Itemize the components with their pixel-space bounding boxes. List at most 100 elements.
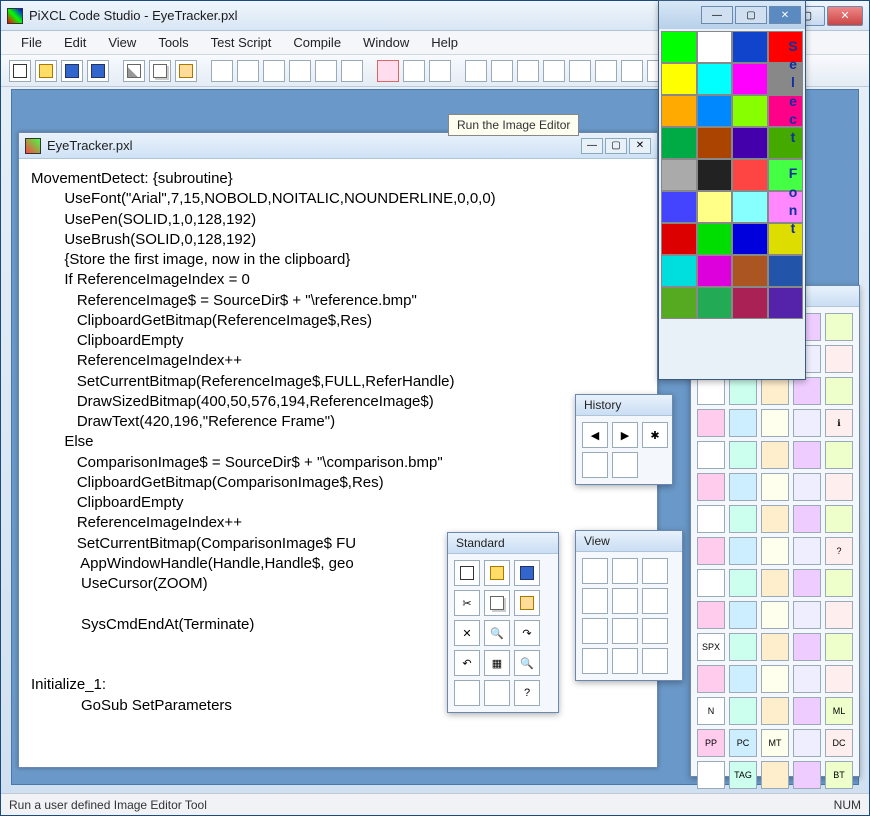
pixcl-tool-67[interactable]: MT bbox=[761, 729, 789, 757]
history-btn-4[interactable] bbox=[582, 452, 608, 478]
tb-run-3[interactable] bbox=[517, 60, 539, 82]
menu-file[interactable]: File bbox=[11, 33, 52, 52]
view-btn-4[interactable] bbox=[582, 588, 608, 614]
pixcl-tool-39[interactable]: ? bbox=[825, 537, 853, 565]
tb-image-editor[interactable] bbox=[377, 60, 399, 82]
palette-swatch-5[interactable] bbox=[697, 63, 733, 95]
tb-saveall[interactable] bbox=[87, 60, 109, 82]
palette-swatch-34[interactable] bbox=[732, 287, 768, 319]
pixcl-tool-60[interactable]: N bbox=[697, 697, 725, 725]
menu-window[interactable]: Window bbox=[353, 33, 419, 52]
pixcl-tool-26[interactable] bbox=[729, 473, 757, 501]
tb-run-7[interactable] bbox=[621, 60, 643, 82]
history-btn-5[interactable] bbox=[612, 452, 638, 478]
view-btn-7[interactable] bbox=[582, 618, 608, 644]
tb-cut[interactable] bbox=[123, 60, 145, 82]
pixcl-tool-18[interactable] bbox=[793, 409, 821, 437]
tb-paste[interactable] bbox=[175, 60, 197, 82]
pixcl-tool-4[interactable] bbox=[825, 313, 853, 341]
pixcl-tool-52[interactable] bbox=[761, 633, 789, 661]
pixcl-tool-22[interactable] bbox=[761, 441, 789, 469]
pixcl-tool-55[interactable] bbox=[697, 665, 725, 693]
history-star-button[interactable]: ✱ bbox=[642, 422, 668, 448]
pixcl-tool-43[interactable] bbox=[793, 569, 821, 597]
code-editor[interactable]: MovementDetect: {subroutine} UseFont("Ar… bbox=[19, 159, 657, 726]
palette-swatch-29[interactable] bbox=[697, 255, 733, 287]
std-btn-14[interactable] bbox=[484, 680, 510, 706]
tb-tool-4[interactable] bbox=[289, 60, 311, 82]
tb-print[interactable] bbox=[315, 60, 337, 82]
palette-swatch-18[interactable] bbox=[732, 159, 768, 191]
pixcl-tool-37[interactable] bbox=[761, 537, 789, 565]
palette-swatch-17[interactable] bbox=[697, 159, 733, 191]
tb-run-2[interactable] bbox=[491, 60, 513, 82]
doc-maximize-button[interactable]: ▢ bbox=[605, 138, 627, 154]
doc-close-button[interactable]: ✕ bbox=[629, 138, 651, 154]
std-new[interactable] bbox=[454, 560, 480, 586]
pixcl-tool-45[interactable] bbox=[697, 601, 725, 629]
view-btn-12[interactable] bbox=[642, 648, 668, 674]
tb-tool-3[interactable] bbox=[263, 60, 285, 82]
tb-copy[interactable] bbox=[149, 60, 171, 82]
view-btn-6[interactable] bbox=[642, 588, 668, 614]
std-help[interactable]: ? bbox=[514, 680, 540, 706]
std-delete[interactable]: ✕ bbox=[454, 620, 480, 646]
menu-help[interactable]: Help bbox=[421, 33, 468, 52]
pixcl-tool-38[interactable] bbox=[793, 537, 821, 565]
palette-swatch-2[interactable] bbox=[732, 31, 768, 63]
pixcl-tool-70[interactable] bbox=[697, 761, 725, 789]
pixcl-tool-21[interactable] bbox=[729, 441, 757, 469]
view-btn-2[interactable] bbox=[612, 558, 638, 584]
pixcl-tool-68[interactable] bbox=[793, 729, 821, 757]
pixcl-tool-49[interactable] bbox=[825, 601, 853, 629]
pixcl-tool-59[interactable] bbox=[825, 665, 853, 693]
pixcl-tool-58[interactable] bbox=[793, 665, 821, 693]
menu-tools[interactable]: Tools bbox=[148, 33, 198, 52]
pixcl-tool-35[interactable] bbox=[697, 537, 725, 565]
pixcl-tool-11[interactable] bbox=[729, 377, 757, 405]
tb-new[interactable] bbox=[9, 60, 31, 82]
pixcl-tool-71[interactable]: TAG bbox=[729, 761, 757, 789]
view-btn-8[interactable] bbox=[612, 618, 638, 644]
pixcl-tool-41[interactable] bbox=[729, 569, 757, 597]
pixcl-tool-9[interactable] bbox=[825, 345, 853, 373]
pixcl-tool-72[interactable] bbox=[761, 761, 789, 789]
palette-swatch-13[interactable] bbox=[697, 127, 733, 159]
std-open[interactable] bbox=[484, 560, 510, 586]
pixcl-tool-48[interactable] bbox=[793, 601, 821, 629]
pixcl-tool-28[interactable] bbox=[793, 473, 821, 501]
palette-swatch-20[interactable] bbox=[661, 191, 697, 223]
pixcl-tool-44[interactable] bbox=[825, 569, 853, 597]
menu-view[interactable]: View bbox=[98, 33, 146, 52]
std-redo[interactable]: ↷ bbox=[514, 620, 540, 646]
tb-run-1[interactable] bbox=[465, 60, 487, 82]
pixcl-tool-20[interactable] bbox=[697, 441, 725, 469]
pixcl-tool-16[interactable] bbox=[729, 409, 757, 437]
palette-swatch-16[interactable] bbox=[661, 159, 697, 191]
palette-swatch-28[interactable] bbox=[661, 255, 697, 287]
pixcl-tool-69[interactable]: DC bbox=[825, 729, 853, 757]
pixcl-tool-66[interactable]: PC bbox=[729, 729, 757, 757]
tb-save[interactable] bbox=[61, 60, 83, 82]
tb-run-5[interactable] bbox=[569, 60, 591, 82]
palette-swatch-12[interactable] bbox=[661, 127, 697, 159]
palette-swatch-31[interactable] bbox=[768, 255, 804, 287]
tb-tool-1[interactable] bbox=[211, 60, 233, 82]
view-btn-1[interactable] bbox=[582, 558, 608, 584]
pixcl-tool-34[interactable] bbox=[825, 505, 853, 533]
pixcl-tool-51[interactable] bbox=[729, 633, 757, 661]
std-save[interactable] bbox=[514, 560, 540, 586]
pixcl-tool-30[interactable] bbox=[697, 505, 725, 533]
tb-tool-7[interactable] bbox=[403, 60, 425, 82]
pixcl-tool-57[interactable] bbox=[761, 665, 789, 693]
palette-swatch-25[interactable] bbox=[697, 223, 733, 255]
palette-close[interactable]: ✕ bbox=[769, 6, 801, 24]
view-btn-10[interactable] bbox=[582, 648, 608, 674]
pixcl-tool-40[interactable] bbox=[697, 569, 725, 597]
pixcl-tool-17[interactable] bbox=[761, 409, 789, 437]
palette-swatch-32[interactable] bbox=[661, 287, 697, 319]
pixcl-tool-36[interactable] bbox=[729, 537, 757, 565]
palette-swatch-10[interactable] bbox=[732, 95, 768, 127]
pixcl-tool-65[interactable]: PP bbox=[697, 729, 725, 757]
history-forward-button[interactable]: ▶ bbox=[612, 422, 638, 448]
